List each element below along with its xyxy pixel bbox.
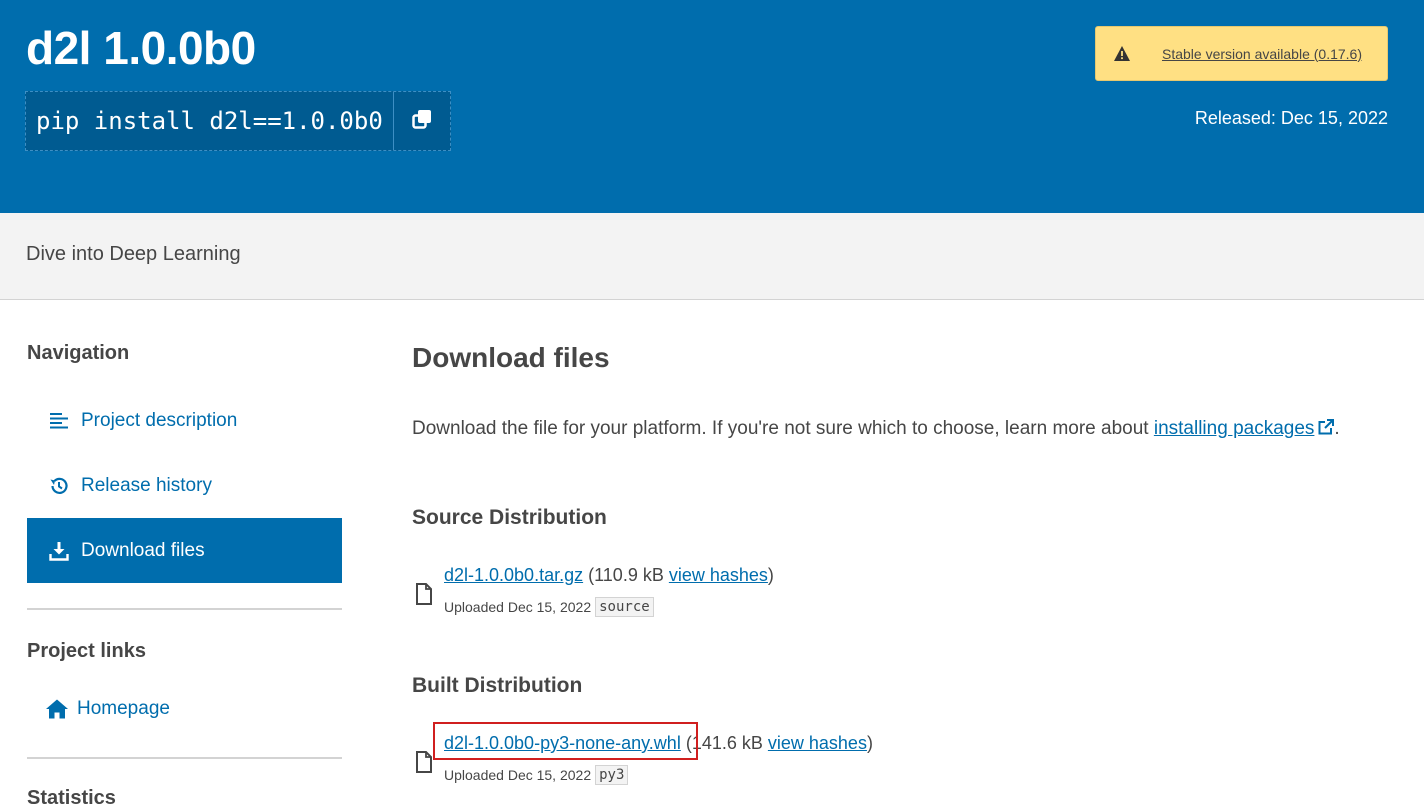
view-hashes-link[interactable]: view hashes xyxy=(768,733,867,753)
copy-button[interactable] xyxy=(392,92,450,150)
project-links-heading: Project links xyxy=(27,640,146,662)
upload-date: Uploaded Dec 15, 2022 xyxy=(444,767,592,783)
file-line: d2l-1.0.0b0-py3-none-any.whl (141.6 kB v… xyxy=(444,733,873,754)
package-title: d2l 1.0.0b0 xyxy=(26,22,256,74)
source-file-entry: d2l-1.0.0b0.tar.gz (110.9 kB view hashes… xyxy=(412,565,1112,625)
upload-date: Uploaded Dec 15, 2022 xyxy=(444,599,592,615)
package-summary: Dive into Deep Learning xyxy=(26,243,241,265)
installing-packages-link[interactable]: installing packages xyxy=(1154,418,1335,439)
sidebar-divider xyxy=(27,757,342,759)
main-content: Download files Download the file for you… xyxy=(412,300,1402,805)
file-meta: Uploaded Dec 15, 2022 source xyxy=(444,597,654,617)
sidebar-link-homepage[interactable]: Homepage xyxy=(27,676,342,741)
sidebar-item-project-description[interactable]: Project description xyxy=(27,388,342,453)
history-icon xyxy=(47,474,71,498)
statistics-heading: Statistics xyxy=(27,787,116,809)
file-size: (110.9 kB xyxy=(588,565,664,585)
wheel-file-link[interactable]: d2l-1.0.0b0-py3-none-any.whl xyxy=(444,733,681,753)
intro-end: . xyxy=(1334,418,1340,439)
installing-packages-label: installing packages xyxy=(1153,418,1315,439)
file-icon xyxy=(415,583,433,605)
navigation-heading: Navigation xyxy=(27,342,130,364)
sidebar-item-label: Download files xyxy=(81,539,205,561)
intro-text: Download the file for your platform. If … xyxy=(412,418,1154,439)
file-size: (141.6 kB xyxy=(685,733,763,753)
sidebar-divider xyxy=(27,608,342,610)
page-title: Download files xyxy=(412,342,610,373)
file-line: d2l-1.0.0b0.tar.gz (110.9 kB view hashes… xyxy=(444,565,774,586)
stable-version-link[interactable]: Stable version available (0.17.6) xyxy=(1148,46,1362,62)
copy-icon xyxy=(411,108,433,135)
file-type-tag: source xyxy=(595,597,654,617)
file-icon xyxy=(415,751,433,773)
pip-command-box: pip install d2l==1.0.0b0 xyxy=(25,91,451,151)
sidebar-item-label: Project description xyxy=(81,409,238,431)
download-intro: Download the file for your platform. If … xyxy=(412,418,1340,441)
home-icon xyxy=(45,697,69,721)
sidebar-item-download-files[interactable]: Download files xyxy=(27,518,342,583)
file-close-paren: ) xyxy=(866,733,873,753)
sidebar-item-release-history[interactable]: Release history xyxy=(27,453,342,518)
sidebar: Navigation Project description Release h… xyxy=(27,300,342,809)
release-date: Released: Dec 15, 2022 xyxy=(1194,108,1388,128)
view-hashes-link[interactable]: view hashes xyxy=(669,565,768,585)
download-icon xyxy=(47,539,71,563)
file-meta: Uploaded Dec 15, 2022 py3 xyxy=(444,765,629,785)
package-summary-bar: Dive into Deep Learning xyxy=(0,213,1424,300)
stable-version-banner: Stable version available (0.17.6) xyxy=(1095,26,1388,81)
file-type-tag: py3 xyxy=(595,765,629,785)
file-close-paren: ) xyxy=(767,565,774,585)
package-header: d2l 1.0.0b0 pip install d2l==1.0.0b0 Sta… xyxy=(0,0,1424,213)
built-file-entry: d2l-1.0.0b0-py3-none-any.whl (141.6 kB v… xyxy=(412,733,1112,793)
sidebar-item-label: Release history xyxy=(81,474,212,496)
warning-icon xyxy=(1096,46,1148,61)
align-left-icon xyxy=(47,409,71,433)
built-distribution-heading: Built Distribution xyxy=(412,674,583,697)
pip-command[interactable]: pip install d2l==1.0.0b0 xyxy=(26,92,393,150)
source-distribution-heading: Source Distribution xyxy=(412,506,607,529)
external-link-icon xyxy=(1318,419,1335,441)
source-file-link[interactable]: d2l-1.0.0b0.tar.gz xyxy=(444,565,583,585)
sidebar-item-label: Homepage xyxy=(77,697,170,719)
